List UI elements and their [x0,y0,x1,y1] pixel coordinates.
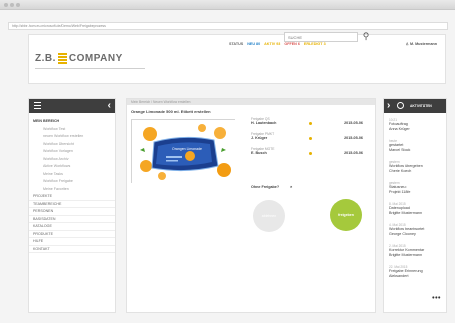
sidebar-nav: MEIN BEREICH Workflow Test neuen Workflo… [29,113,115,253]
activity-item[interactable]: gestern Workflow übergeben Cherie Koech [389,160,446,181]
browser-window: http://zbbr-hom.eu.microsoft.de/Demo/Web… [0,0,455,323]
sidebar-item-personen[interactable]: PERSONEN [29,208,115,216]
approval-fields: Freigabe QS H. Lautenbach 2015-05-06 Fre… [251,117,369,162]
activity-user: Brigitte Mustermann [389,210,422,215]
orange-label-image: Orangen Limonade [132,120,236,184]
sidebar: ‹ MEIN BEREICH Workflow Test neuen Workf… [28,98,116,313]
activity-user: Cherie Koech [389,168,412,173]
status-open[interactable]: OFFEN 6 [284,42,300,46]
sidebar-item-kontakt[interactable]: KONTAKT [29,246,115,253]
field-date: 2015-05-06 [344,151,363,155]
activity-item[interactable]: gestern Statusneu: Projekt 118fe [389,181,446,202]
activity-item[interactable]: 22. Mai 2015 Freigabe Erinnerung Aleksan… [389,265,446,286]
activity-item[interactable]: heute gestartet Marcel Stock [389,139,446,160]
field-row[interactable]: Freigabe MGTE E. Busch 2015-05-06 [251,147,369,162]
activity-user: George Clooney [389,231,416,236]
status-done[interactable]: ERLEDIGT 3 [304,42,326,46]
field-date: 2015-05-06 [344,136,363,140]
sidebar-item-workflow-approval[interactable]: Workflow Freigabe [29,178,115,186]
sidebar-item-active-workflows[interactable]: Aktive Workflows [29,163,115,171]
approve-button[interactable]: freigeben [330,199,362,231]
sidebar-item-projekte[interactable]: PROJEKTE [29,193,115,201]
no-approval-value[interactable]: × [290,185,292,189]
sidebar-item-workflow-test[interactable]: Workflow Test [29,126,115,134]
main-content: Mein Bereich / Neuen Workflow erstellen … [126,98,376,313]
address-bar[interactable]: http://zbbr-hom.eu.microsoft.de/Demo/Web… [8,22,448,30]
logo-divider [35,68,145,69]
activity-user: Projekt 118fe [389,189,411,194]
no-approval-label: Ohne Freigabe? [251,185,280,189]
user-menu[interactable]: ♙ M. Mustermann [406,42,437,46]
field-date: 2015-05-06 [344,121,363,125]
sidebar-item-my-tasks[interactable]: Meine Tasks [29,171,115,179]
logo-text: Z.B. [35,53,56,64]
window-controls[interactable] [4,3,20,7]
search-icon[interactable]: ⚲ [361,32,371,42]
chevron-right-icon[interactable]: › [387,100,390,112]
sidebar-item-teambereiche[interactable]: TEAMBEREICHE [29,201,115,208]
status-dot-icon [309,122,312,125]
logo-company: COMPANY [68,53,123,64]
status-label: STATUS [229,42,244,46]
activity-user: Aleksandert [389,273,409,278]
field-row[interactable]: Freigabe PMKT J. Krüger 2015-05-06 [251,132,369,147]
sidebar-header: ‹ [29,99,115,113]
menu-icon[interactable] [34,102,41,110]
activity-user: Brigitte Mustermann [389,252,422,257]
status-dot-icon [309,137,312,140]
activity-item[interactable]: 4. Mai 2015 Workflow beantwortet George … [389,223,446,244]
activity-list: 10:21 Fotoauftrag Anna Krüger heute gest… [384,113,446,286]
logo-mark-icon [57,53,67,64]
product-label-text: Orangen Limonade [172,147,202,151]
status-dot-icon [309,152,312,155]
header: Z.B. COMPANY STATUS NEU 80 AKTIV 93 OFFE… [28,34,446,84]
status-bar: STATUS NEU 80 AKTIV 93 OFFEN 6 ERLEDIGT … [229,42,326,46]
activity-header: › AKTIVITÄTEN [384,99,446,113]
activity-title: AKTIVITÄTEN [410,103,432,108]
activity-item[interactable]: 10:21 Fotoauftrag Anna Krüger [389,118,446,139]
reject-button[interactable]: ablehnen [253,200,285,232]
browser-titlebar [0,0,455,10]
sidebar-item-hilfe[interactable]: HILFE [29,238,115,246]
collapse-sidebar-icon[interactable]: ‹ [108,100,111,112]
activity-item[interactable]: 8. Mai 2015 Datenupload Brigitte Musterm… [389,202,446,223]
sidebar-item-workflow-overview[interactable]: Workflow Übersicht [29,141,115,149]
page-title: Orange Limonade 500 ml. Etikett erstelle… [131,109,211,114]
clock-icon [397,102,404,109]
more-icon[interactable]: ••• [432,295,441,302]
field-row[interactable]: Freigabe QS H. Lautenbach 2015-05-06 [251,117,369,132]
activity-user: Anna Krüger [389,126,410,131]
status-new[interactable]: NEU 80 [247,42,260,46]
sidebar-item-basisdaten[interactable]: BASISDATEN [29,216,115,223]
sidebar-item-workflow-templates[interactable]: Workflow Vorlagen [29,148,115,156]
sidebar-item-new-workflow[interactable]: neuen Workflow erstellen [29,133,115,141]
activity-item[interactable]: 2. Mai 2015 Korrektur Kommentar Brigitte… [389,244,446,265]
sidebar-item-kataloge[interactable]: KATALOGE [29,223,115,231]
activity-panel: › AKTIVITÄTEN 10:21 Fotoauftrag Anna Krü… [383,98,447,313]
activity-user: Marcel Stock [389,147,411,152]
user-name: M. Mustermann [409,42,437,46]
company-logo[interactable]: Z.B. COMPANY [35,53,123,64]
sidebar-item-mein-bereich[interactable]: MEIN BEREICH [29,118,115,126]
product-label-preview[interactable]: Orangen Limonade [131,119,236,184]
search-input[interactable] [284,32,358,42]
no-approval-toggle[interactable]: Ohne Freigabe? × [251,185,292,189]
status-active[interactable]: AKTIV 93 [264,42,280,46]
sidebar-item-favorites[interactable]: Meine Favoriten [29,186,115,194]
user-icon: ♙ [405,42,409,46]
sidebar-item-workflow-archive[interactable]: Workflow Archiv [29,156,115,164]
sidebar-item-produkte[interactable]: PRODUKTE [29,231,115,238]
